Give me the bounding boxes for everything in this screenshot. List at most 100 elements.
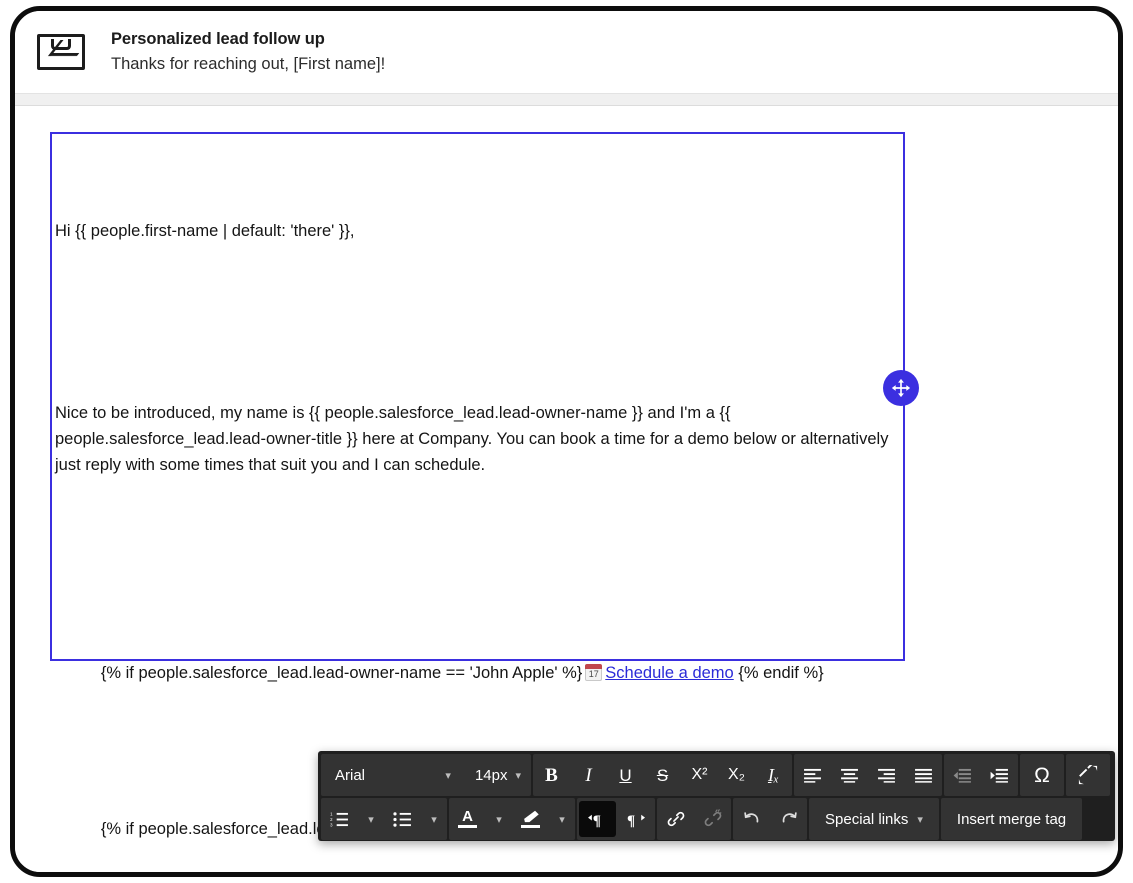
calendar-emoji: 17	[585, 664, 603, 681]
special-links-label: Special links	[825, 810, 909, 828]
highlight-color-options-button[interactable]: ▾	[549, 799, 575, 839]
drag-move-handle[interactable]	[883, 370, 919, 406]
text-color-letter: A	[462, 808, 473, 825]
envelope-flap	[51, 39, 71, 50]
unordered-list-options-button[interactable]: ▾	[421, 799, 447, 839]
header-divider	[15, 93, 1118, 106]
chevron-down-icon: ▾	[368, 813, 374, 826]
svg-text:¶: ¶	[593, 813, 601, 828]
ordered-list-icon: 1 2 3	[330, 812, 348, 827]
rtl-icon: ¶	[627, 813, 645, 828]
move-arrows-icon	[891, 378, 911, 398]
color-group: A ▾ ▾	[449, 798, 575, 840]
ordered-list-options-button[interactable]: ▾	[358, 799, 384, 839]
font-size-value: 14px	[474, 766, 508, 784]
collapse-toolbar-button[interactable]	[1066, 755, 1110, 795]
svg-text:1: 1	[330, 812, 333, 816]
svg-text:2: 2	[330, 817, 333, 822]
rtl-button[interactable]: ¶	[618, 799, 655, 839]
conditional-line-1: {% if people.salesforce_lead.lead-owner-…	[55, 634, 893, 712]
header-text-block: Personalized lead follow up Thanks for r…	[111, 28, 385, 76]
liquid-endif-text-1: {% endif %}	[738, 664, 824, 682]
italic-button[interactable]: I	[570, 755, 607, 795]
special-links-group: Special links ▾	[809, 798, 939, 840]
text-color-button[interactable]: A	[449, 799, 486, 839]
indent-icon	[990, 768, 1008, 783]
chevron-down-icon: ▾	[917, 813, 923, 826]
special-links-dropdown[interactable]: Special links ▾	[809, 799, 939, 839]
chevron-down-icon: ▾	[445, 769, 451, 782]
special-character-button[interactable]: Ω	[1020, 755, 1064, 795]
text-color-swatch	[458, 825, 477, 828]
superscript-icon: X²	[691, 766, 708, 783]
schedule-demo-link-1[interactable]: Schedule a demo	[605, 664, 733, 682]
collapse-arrows-icon	[1078, 765, 1098, 785]
calendar-day: 17	[585, 669, 603, 681]
outdent-icon	[953, 768, 971, 783]
font-size-select[interactable]: 14px ▾	[461, 755, 531, 795]
text-color-options-button[interactable]: ▾	[486, 799, 512, 839]
chevron-down-icon: ▾	[559, 813, 565, 826]
highlight-color-swatch	[521, 825, 540, 828]
strikethrough-icon: S	[656, 765, 669, 785]
underline-icon: U	[619, 765, 632, 785]
outdent-button[interactable]	[944, 755, 981, 795]
ltr-button[interactable]: ¶	[579, 801, 616, 837]
collapse-group	[1066, 754, 1110, 796]
align-center-button[interactable]	[831, 755, 868, 795]
indentation-group	[944, 754, 1018, 796]
font-controls-group: Arial ▾ 14px ▾	[321, 754, 531, 796]
insert-merge-tag-button[interactable]: Insert merge tag	[941, 799, 1082, 839]
align-right-button[interactable]	[868, 755, 905, 795]
omega-icon: Ω	[1034, 763, 1050, 787]
indent-button[interactable]	[981, 755, 1018, 795]
unordered-list-button[interactable]	[384, 799, 421, 839]
svg-text:3: 3	[330, 822, 333, 826]
greeting-line: Hi {{ people.first-name | default: 'ther…	[55, 222, 355, 240]
highlight-color-button[interactable]	[512, 799, 549, 839]
redo-button[interactable]	[770, 799, 807, 839]
envelope-icon	[37, 34, 85, 70]
text-color-icon: A	[458, 808, 477, 828]
ltr-icon: ¶	[588, 813, 601, 828]
clear-formatting-icon: Iₓ	[767, 765, 780, 785]
insert-merge-tag-label: Insert merge tag	[956, 810, 1067, 828]
chevron-down-icon: ▾	[496, 813, 502, 826]
editor-canvas: Hi {{ people.first-name | default: 'ther…	[15, 106, 1118, 872]
strikethrough-button[interactable]: S	[644, 755, 681, 795]
undo-button[interactable]	[733, 799, 770, 839]
bold-button[interactable]: B	[533, 755, 570, 795]
clear-formatting-button[interactable]: Iₓ	[755, 755, 792, 795]
font-family-select[interactable]: Arial ▾	[321, 755, 461, 795]
selected-text-block[interactable]: Hi {{ people.first-name | default: 'ther…	[50, 132, 905, 838]
chevron-down-icon: ▾	[431, 813, 437, 826]
underline-button[interactable]: U	[607, 755, 644, 795]
subscript-button[interactable]: X₂	[718, 755, 755, 795]
align-justify-button[interactable]	[905, 755, 942, 795]
text-direction-group: ¶ ¶	[577, 798, 655, 840]
font-family-value: Arial	[335, 766, 366, 784]
undo-icon	[743, 812, 758, 823]
redo-icon	[782, 812, 797, 823]
intro-paragraph: Nice to be introduced, my name is {{ peo…	[55, 404, 894, 474]
bold-icon: B	[545, 764, 558, 786]
insert-link-button[interactable]	[657, 799, 694, 839]
unlink-icon	[704, 809, 721, 827]
svg-text:¶: ¶	[627, 813, 635, 828]
align-left-button[interactable]	[794, 755, 831, 795]
email-editor-window: Personalized lead follow up Thanks for r…	[10, 6, 1123, 877]
italic-icon: I	[585, 764, 592, 786]
link-icon	[667, 811, 684, 827]
ordered-list-button[interactable]: 1 2 3	[321, 799, 358, 839]
superscript-button[interactable]: X²	[681, 755, 718, 795]
merge-tag-group: Insert merge tag	[940, 798, 1083, 840]
pen-glyph	[523, 810, 539, 823]
special-character-group: Ω	[1020, 754, 1064, 796]
link-group	[657, 798, 731, 840]
rich-text-toolbar: Arial ▾ 14px ▾ B I U S X² X₂ Iₓ Ω 1 2 3 …	[318, 751, 1115, 841]
unordered-list-icon	[393, 811, 411, 827]
remove-link-button[interactable]	[694, 799, 731, 839]
chevron-down-icon: ▾	[515, 769, 521, 782]
